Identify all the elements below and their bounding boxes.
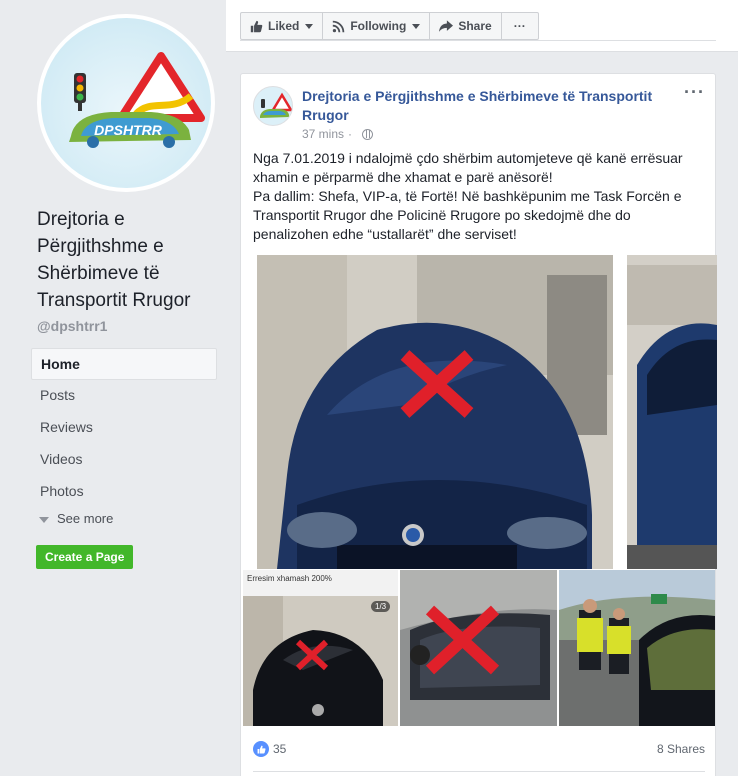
post-text-paragraph-2: Pa dallim: Shefa, VIP-a, të Fortë! Në ba… xyxy=(253,188,682,242)
page-profile-picture[interactable]: DPSHTRR xyxy=(37,14,215,192)
tinted-window-photo xyxy=(400,570,557,726)
post-author-name[interactable]: Drejtoria e Përgjithshme e Shërbimeve të… xyxy=(302,87,672,125)
page-action-buttons: Liked Following Share ··· xyxy=(240,12,539,40)
nav-item-videos[interactable]: Videos xyxy=(31,444,217,476)
police-check-photo xyxy=(559,570,715,726)
liked-button[interactable]: Liked xyxy=(240,12,324,40)
more-icon: ··· xyxy=(513,19,526,33)
share-count[interactable]: 8 Shares xyxy=(657,742,705,756)
create-page-button[interactable]: Create a Page xyxy=(36,545,134,569)
post-card: Drejtoria e Përgjithshme e Shërbimeve të… xyxy=(240,73,717,776)
thumbs-up-icon xyxy=(250,20,263,33)
post-text-paragraph-1: Nga 7.01.2019 i ndalojmë çdo shërbim aut… xyxy=(253,150,683,185)
nav-item-photos[interactable]: Photos xyxy=(31,476,217,508)
meta-separator: · xyxy=(348,127,353,141)
caret-down-icon xyxy=(412,23,421,29)
post-timestamp[interactable]: 37 mins xyxy=(302,127,344,141)
post-photo-thumb-2[interactable] xyxy=(400,570,557,726)
following-label: Following xyxy=(350,19,407,33)
post-photo-main[interactable] xyxy=(257,255,613,569)
page-title[interactable]: Drejtoria e Përgjithshme e Shërbimeve të… xyxy=(37,206,217,314)
see-more-link[interactable]: See more xyxy=(39,511,113,526)
divider xyxy=(253,771,705,772)
post-options-button[interactable]: ··· xyxy=(684,83,705,101)
rss-icon xyxy=(332,20,345,33)
see-more-label: See more xyxy=(57,511,114,526)
post-photo-thumb-1[interactable]: Erresim xhamash 200% 1/3 xyxy=(243,570,398,726)
post-message: Nga 7.01.2019 i ndalojmë çdo shërbim aut… xyxy=(253,149,708,244)
nav-item-reviews[interactable]: Reviews xyxy=(31,412,217,444)
like-reaction-icon xyxy=(253,741,269,757)
following-button[interactable]: Following xyxy=(322,12,431,40)
page-handle[interactable]: @dpshtrr1 xyxy=(37,318,107,334)
caret-down-icon xyxy=(305,23,314,29)
share-button[interactable]: Share xyxy=(429,12,502,40)
post-engagement-bar: 35 8 Shares xyxy=(253,739,705,759)
chevron-down-icon xyxy=(39,516,49,523)
more-options-button[interactable]: ··· xyxy=(500,12,539,40)
liked-label: Liked xyxy=(268,19,300,33)
globe-icon[interactable] xyxy=(362,128,374,140)
reactions-summary[interactable]: 35 xyxy=(253,741,286,757)
divider xyxy=(240,40,716,41)
post-author-avatar[interactable] xyxy=(253,86,293,126)
logo-lettering: DPSHTRR xyxy=(94,122,163,138)
black-car-photo xyxy=(243,596,398,726)
post-photo-side[interactable] xyxy=(627,255,717,569)
nav-item-posts[interactable]: Posts xyxy=(31,380,217,412)
car-side-photo xyxy=(627,255,717,569)
post-meta: 37 mins · xyxy=(302,127,374,141)
page-nav: Home Posts Reviews Videos Photos xyxy=(31,348,217,508)
blue-car-photo xyxy=(257,255,613,569)
dpshtrr-logo xyxy=(260,92,292,118)
like-count: 35 xyxy=(273,742,287,756)
dpshtrr-logo: DPSHTRR xyxy=(69,52,205,148)
post-photo-thumb-3[interactable] xyxy=(559,570,715,726)
nav-item-home[interactable]: Home xyxy=(31,348,217,380)
share-arrow-icon xyxy=(439,19,454,33)
photo-count-badge: 1/3 xyxy=(371,601,391,612)
share-label: Share xyxy=(458,19,492,33)
